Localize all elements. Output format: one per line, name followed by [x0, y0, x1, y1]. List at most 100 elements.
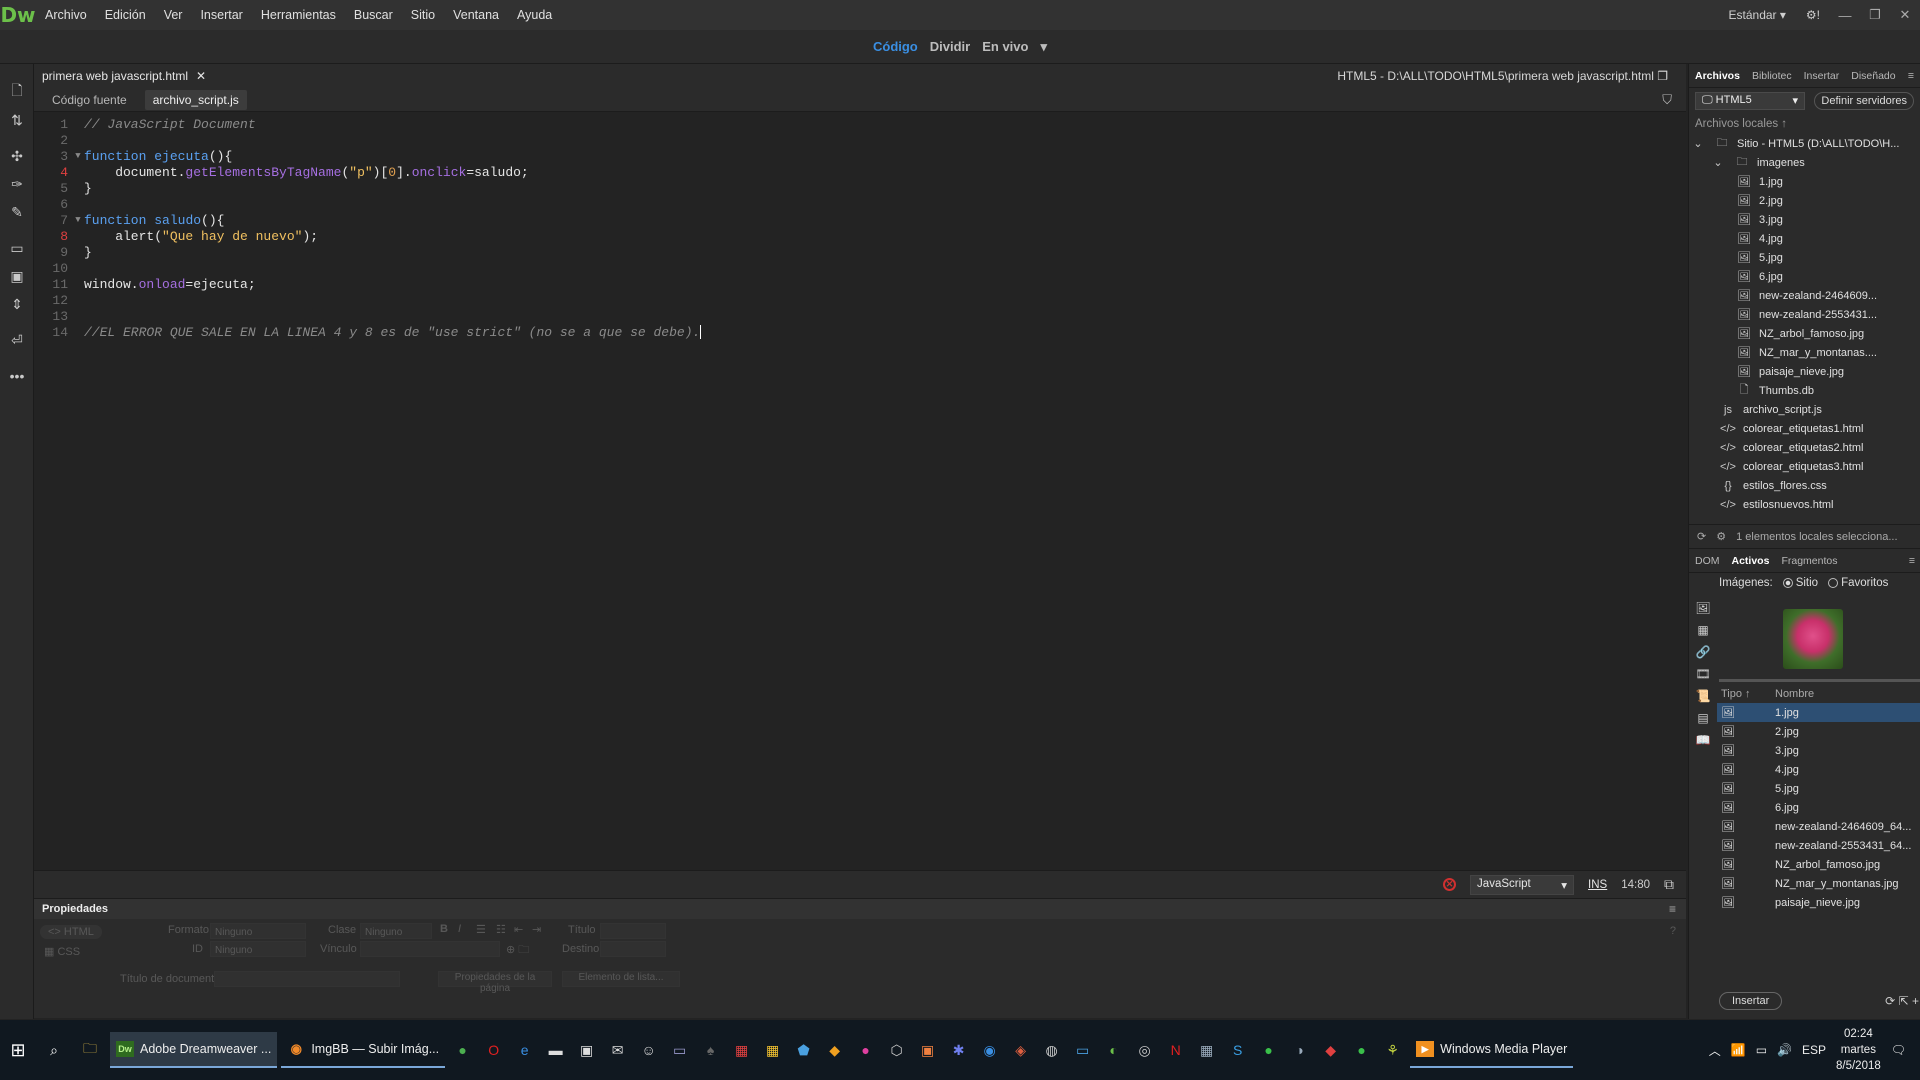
battery-icon[interactable]: ▭ — [1756, 1043, 1767, 1057]
tree-file[interactable]: 🖼 NZ_mar_y_montanas.... — [1689, 343, 1920, 362]
language-select[interactable]: JavaScript ▾ — [1470, 874, 1575, 895]
indent-code-icon[interactable]: ⇕ — [0, 290, 34, 318]
code-line[interactable]: 2 — [34, 132, 1686, 148]
netflix-icon[interactable]: N — [1160, 1020, 1191, 1080]
opera-icon[interactable]: O — [478, 1020, 509, 1080]
asset-row[interactable]: 🖼 new-zealand-2553431_64... — [1717, 836, 1920, 855]
asset-row[interactable]: 🖼 2.jpg — [1717, 722, 1920, 741]
filter-icon[interactable]: ⛉ — [1662, 92, 1672, 108]
tree-file[interactable]: </> colorear_etiquetas2.html — [1689, 438, 1920, 457]
chrome-icon[interactable]: ● — [447, 1020, 478, 1080]
tree-file[interactable]: </> estilosnuevos.html — [1689, 495, 1920, 514]
edit-icon[interactable]: ⇱ — [1899, 994, 1909, 1008]
code-line[interactable]: 3 ▼ function ejecuta(){ — [34, 148, 1686, 164]
target-select[interactable] — [600, 941, 666, 957]
menu-sitio[interactable]: Sitio — [402, 0, 444, 30]
network-icon[interactable]: 📶 — [1731, 1043, 1746, 1057]
tree-root[interactable]: ⌄ 🗀 Sitio - HTML5 (D:\ALL\TODO\H... — [1689, 134, 1920, 153]
app-icon[interactable]: ☺ — [633, 1020, 664, 1080]
col-name[interactable]: Nombre — [1775, 688, 1814, 700]
tree-file[interactable]: 🖼 NZ_arbol_famoso.jpg — [1689, 324, 1920, 343]
templates-category-icon[interactable]: ▤ — [1689, 707, 1717, 729]
steam-icon[interactable]: ◎ — [1129, 1020, 1160, 1080]
app-icon[interactable]: ◈ — [1005, 1020, 1036, 1080]
tree-file[interactable]: 🖼 5.jpg — [1689, 248, 1920, 267]
tree-file[interactable]: 🖼 new-zealand-2464609... — [1689, 286, 1920, 305]
refresh-icon[interactable]: ⟳ — [1697, 530, 1706, 543]
menu-ver[interactable]: Ver — [155, 0, 192, 30]
tab-libraries[interactable]: Bibliotec — [1752, 70, 1792, 82]
site-sync-icon[interactable]: ⚙ — [1716, 530, 1726, 543]
code-line[interactable]: 11 window.onload=ejecuta; — [34, 276, 1686, 292]
class-select[interactable]: Ninguno — [360, 923, 432, 939]
target-icon[interactable]: ⊕ 🗀 — [506, 941, 529, 960]
unordered-list-icon[interactable]: ☰ — [476, 923, 486, 936]
live-view-button[interactable]: En vivo — [976, 39, 1034, 54]
menu-archivo[interactable]: Archivo — [36, 0, 96, 30]
tab-files[interactable]: Archivos — [1695, 70, 1740, 82]
tab-snippets[interactable]: Fragmentos — [1781, 555, 1837, 567]
code-line[interactable]: 13 — [34, 308, 1686, 324]
title-input[interactable] — [600, 923, 666, 939]
code-editor[interactable]: 1// JavaScript Document 2 3 ▼ function ejecu… — [34, 112, 1686, 870]
radio-site[interactable]: Sitio — [1782, 577, 1818, 589]
page-properties-button[interactable]: Propiedades de la página — [438, 971, 552, 994]
menu-insertar[interactable]: Insertar — [191, 0, 251, 30]
define-servers-button[interactable]: Definir servidores — [1814, 92, 1914, 110]
spotify-icon[interactable]: ● — [1253, 1020, 1284, 1080]
file-management-icon[interactable]: ⇅ — [0, 106, 34, 134]
site-select[interactable]: 🖵 HTML5 ▾ — [1695, 92, 1805, 110]
ordered-list-icon[interactable]: ☷ — [496, 923, 506, 936]
menu-buscar[interactable]: Buscar — [345, 0, 402, 30]
library-category-icon[interactable]: 📖 — [1689, 729, 1717, 751]
expand-all-icon[interactable]: ✣ — [0, 142, 34, 170]
add-favorite-icon[interactable]: + — [1912, 994, 1919, 1008]
col-type[interactable]: Tipo ↑ — [1717, 688, 1775, 700]
app-icon[interactable]: ◍ — [1036, 1020, 1067, 1080]
gear-icon[interactable]: ⚙! — [1796, 8, 1830, 22]
menu-edición[interactable]: Edición — [96, 0, 155, 30]
fold-toggle-icon[interactable]: ▼ — [72, 151, 84, 161]
tree-file[interactable]: </> colorear_etiquetas1.html — [1689, 419, 1920, 438]
app-icon[interactable]: ✱ — [943, 1020, 974, 1080]
app-icon[interactable]: ⬡ — [881, 1020, 912, 1080]
app-icon[interactable]: ◉ — [974, 1020, 1005, 1080]
code-line[interactable]: 5} — [34, 180, 1686, 196]
media-category-icon[interactable]: 🎞 — [1689, 663, 1717, 685]
code-line[interactable]: 4 document.getElementsByTagName("p")[0].… — [34, 164, 1686, 180]
tree-folder-imagenes[interactable]: ⌄ 🗀 imagenes — [1689, 153, 1920, 172]
chevron-down-icon[interactable]: ▾ — [1034, 39, 1053, 55]
skype-icon[interactable]: S — [1222, 1020, 1253, 1080]
error-icon[interactable]: ✕ — [1443, 878, 1457, 891]
code-line[interactable]: 10 — [34, 260, 1686, 276]
tab-designer[interactable]: Diseñado — [1851, 70, 1895, 82]
app-icon[interactable]: ▣ — [912, 1020, 943, 1080]
window-size-icon[interactable]: ⧉ — [1664, 876, 1674, 893]
search-icon[interactable]: ⌕ — [36, 1020, 72, 1080]
keyboard-icon[interactable]: ▬ — [540, 1020, 571, 1080]
tab-dom[interactable]: DOM — [1695, 555, 1720, 567]
panel-menu-icon[interactable]: ≡ — [1908, 70, 1914, 82]
workspace-switcher[interactable]: Estándar ▾ — [1719, 8, 1796, 22]
images-category-icon[interactable]: 🖼 — [1689, 597, 1717, 619]
app-icon[interactable]: ⚘ — [1377, 1020, 1408, 1080]
menu-ventana[interactable]: Ventana — [444, 0, 508, 30]
doc-title-input[interactable] — [214, 971, 400, 987]
tree-file[interactable]: 🖼 new-zealand-2553431... — [1689, 305, 1920, 324]
panel-menu-icon[interactable]: ≡ — [1669, 902, 1676, 916]
code-line[interactable]: 1 // JavaScript Document — [34, 116, 1686, 132]
app-icon[interactable]: ◐ — [1098, 1020, 1129, 1080]
more-options-icon[interactable]: ••• — [0, 362, 34, 390]
app-icon[interactable]: ▭ — [1067, 1020, 1098, 1080]
refresh-icon[interactable]: ⟳ — [1885, 994, 1895, 1008]
app-icon[interactable]: ▦ — [1191, 1020, 1222, 1080]
tree-file[interactable]: {} estilos_flores.css — [1689, 476, 1920, 495]
tree-file[interactable]: 🖼 1.jpg — [1689, 172, 1920, 191]
help-icon[interactable]: ? — [1670, 925, 1676, 937]
taskbar-media-player[interactable]: ▶ Windows Media Player — [1410, 1032, 1574, 1068]
tree-file[interactable]: </> colorear_etiquetas3.html — [1689, 457, 1920, 476]
outdent-icon[interactable]: ⇤ — [514, 923, 523, 936]
tree-file[interactable]: 🗋 Thumbs.db — [1689, 381, 1920, 400]
app-icon[interactable]: ▦ — [726, 1020, 757, 1080]
notifications-icon[interactable]: 🗨 — [1891, 1043, 1906, 1057]
